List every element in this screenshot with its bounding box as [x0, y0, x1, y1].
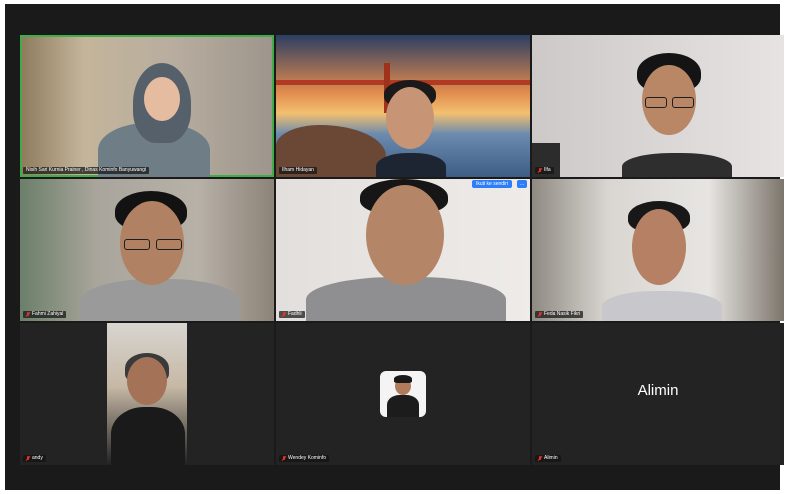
participant-video — [532, 35, 784, 177]
participant-video — [276, 35, 530, 177]
participant-name-tag: andy — [23, 455, 46, 462]
muted-mic-icon — [538, 168, 542, 173]
muted-mic-icon — [538, 456, 542, 461]
participant-name: Nisih Sari Kurnia Prainer , Dinas Kominf… — [26, 167, 147, 173]
avatar — [380, 371, 426, 417]
participant-display-name: Alimin — [637, 382, 679, 399]
participant-name-tag: Nisih Sari Kurnia Prainer , Dinas Kominf… — [23, 167, 150, 174]
participant-tile[interactable]: andy — [20, 323, 274, 465]
participant-name-tag: Ilfa — [535, 167, 554, 174]
participant-name: andy — [32, 455, 43, 461]
participant-name: Fadhli — [288, 311, 302, 317]
participant-tile[interactable]: Feda Nasik Fikri — [532, 179, 784, 321]
portrait-video — [107, 323, 187, 465]
participant-name: Feda Nasik Fikri — [544, 311, 581, 317]
participant-name: Ilfa — [544, 167, 551, 173]
participant-name-tag: Alimin — [535, 455, 561, 462]
participant-name-tag: Fadhli — [279, 311, 305, 318]
participant-tile[interactable]: Nisih Sari Kurnia Prainer , Dinas Kominf… — [20, 35, 274, 177]
participant-video — [20, 179, 274, 321]
participant-video — [20, 35, 274, 177]
participant-name: Ilham Hidayan — [282, 167, 314, 173]
muted-mic-icon — [282, 456, 286, 461]
more-options-button[interactable]: ... — [517, 180, 528, 188]
muted-mic-icon — [282, 312, 286, 317]
participant-name-tag: Wendey Kominfo — [279, 455, 329, 462]
participant-tile[interactable]: Fahmi Zahiyal — [20, 179, 274, 321]
participant-name-tag: Ilham Hidayan — [279, 167, 317, 174]
muted-mic-icon — [538, 312, 542, 317]
participant-name: Wendey Kominfo — [288, 455, 326, 461]
muted-mic-icon — [26, 312, 30, 317]
muted-mic-icon — [26, 456, 30, 461]
participant-name-tag: Feda Nasik Fikri — [535, 311, 584, 318]
participant-tile[interactable]: Fadhli Ikuti ke sendiri ... — [276, 179, 530, 321]
participant-name: Fahmi Zahiyal — [32, 311, 64, 317]
participant-name-tag: Fahmi Zahiyal — [23, 311, 67, 318]
participant-name: Alimin — [544, 455, 558, 461]
video-grid: Nisih Sari Kurnia Prainer , Dinas Kominf… — [20, 35, 784, 465]
participant-tile[interactable]: Wendey Kominfo — [276, 323, 530, 465]
follow-button[interactable]: Ikuti ke sendiri — [472, 180, 512, 188]
participant-video — [532, 179, 784, 321]
participant-video — [276, 179, 530, 321]
participant-tile[interactable]: Ilfa — [532, 35, 784, 177]
participant-tile[interactable]: Alimin Alimin — [532, 323, 784, 465]
participant-tile[interactable]: Ilham Hidayan — [276, 35, 530, 177]
